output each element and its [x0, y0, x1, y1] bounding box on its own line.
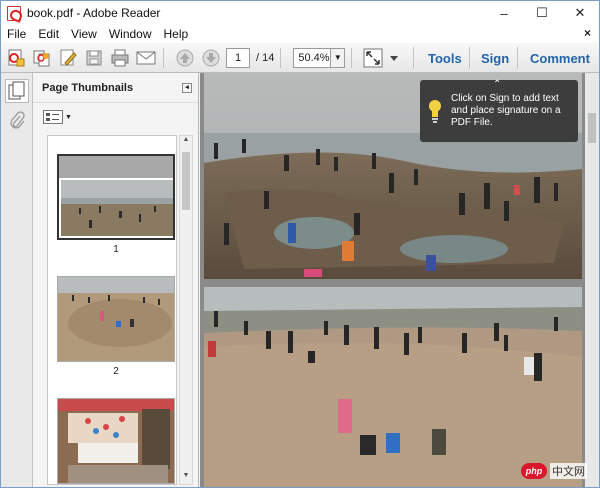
thumbnail-image	[57, 154, 175, 240]
minimize-button[interactable]: –	[485, 1, 523, 25]
watermark-text: 中文网	[550, 463, 587, 479]
toolbar-separator	[413, 47, 414, 69]
combine-files-icon[interactable]	[31, 47, 53, 69]
document-scrollbar[interactable]	[585, 73, 599, 487]
thumbnail-options[interactable]: ▼	[33, 103, 198, 131]
email-icon[interactable]	[135, 47, 157, 69]
page-thumbnail-2[interactable]: 2	[57, 276, 175, 377]
zoom-select[interactable]: 50.4% ▼	[293, 47, 346, 68]
fit-page-icon[interactable]	[362, 47, 384, 69]
attachments-paperclip-icon[interactable]	[5, 109, 29, 133]
menu-edit[interactable]: Edit	[32, 27, 65, 41]
panel-title: Page Thumbnails	[42, 81, 134, 94]
menu-file[interactable]: File	[1, 27, 32, 41]
tooltip-caret-icon: ⌃	[493, 79, 502, 90]
menu-bar: File Edit View Window Help ×	[1, 25, 599, 43]
scrollbar-thumb[interactable]	[588, 113, 596, 143]
watermark-badge: php	[521, 463, 547, 479]
tooltip-text: Click on Sign to add text and place sign…	[451, 93, 561, 128]
scroll-up-arrow-icon[interactable]: ▲	[180, 136, 192, 148]
close-button[interactable]: ✕	[561, 1, 599, 25]
toolbar-separator	[517, 47, 518, 69]
thumbnail-page-number: 1	[113, 244, 119, 255]
page-thumbnails-icon[interactable]	[5, 79, 29, 103]
collapse-panel-icon[interactable]: ◂	[182, 83, 192, 93]
scroll-down-arrow-icon[interactable]: ▼	[180, 472, 192, 484]
previous-page-icon[interactable]	[174, 47, 196, 69]
print-icon[interactable]	[109, 47, 131, 69]
thumbnail-scrollbar[interactable]: ▲ ▼	[179, 135, 193, 485]
chevron-down-icon[interactable]: ▼	[330, 48, 345, 67]
watermark-logo: php 中文网	[521, 463, 587, 479]
page-thumbnail-1[interactable]: 1	[57, 154, 175, 255]
page-number-input[interactable]: 1	[226, 47, 250, 68]
close-document-button[interactable]: ×	[584, 26, 591, 40]
toolbar: 1 / 14 50.4% ▼ Tools Sign Comment	[1, 43, 599, 73]
comment-pane-button[interactable]: Comment	[530, 43, 590, 73]
thumbnail-page-number: 2	[113, 366, 119, 377]
page-total: / 14	[256, 51, 275, 64]
window-title: book.pdf - Adobe Reader	[27, 6, 161, 20]
toolbar-options-icon[interactable]	[388, 47, 400, 69]
page-thumbnail-3[interactable]	[57, 398, 175, 484]
menu-view[interactable]: View	[65, 27, 103, 41]
tools-pane-button[interactable]: Tools	[428, 43, 462, 73]
next-page-icon[interactable]	[200, 47, 222, 69]
thumbnail-image	[57, 276, 175, 362]
edit-pdf-icon[interactable]	[57, 47, 79, 69]
menu-help[interactable]: Help	[158, 27, 195, 41]
document-photo-2	[204, 287, 582, 487]
window-controls: – ☐ ✕	[485, 1, 599, 25]
save-icon[interactable]	[83, 47, 105, 69]
panel-header: Page Thumbnails ◂	[33, 73, 198, 103]
chevron-down-icon[interactable]: ▼	[65, 114, 72, 121]
lightbulb-icon	[428, 98, 442, 124]
toolbar-separator	[280, 47, 282, 68]
sign-tooltip: ⌃ Click on Sign to add text and place si…	[420, 79, 578, 142]
menu-window[interactable]: Window	[103, 27, 158, 41]
thumbnail-list: 1 2	[47, 135, 177, 485]
toolbar-separator	[469, 47, 470, 69]
adobe-reader-window: book.pdf - Adobe Reader – ☐ ✕ File Edit …	[0, 0, 600, 488]
page-thumbnails-panel: Page Thumbnails ◂ ▼ 1 2 ▲ ▼	[33, 73, 199, 487]
title-bar: book.pdf - Adobe Reader – ☐ ✕	[1, 1, 599, 25]
scrollbar-thumb[interactable]	[182, 152, 190, 210]
toolbar-separator	[163, 47, 164, 68]
maximize-button[interactable]: ☐	[523, 1, 561, 25]
sign-pane-button[interactable]: Sign	[481, 43, 509, 73]
pdf-file-icon	[7, 5, 21, 21]
toolbar-separator	[351, 47, 353, 68]
zoom-value: 50.4%	[298, 51, 330, 64]
navigation-rail	[1, 73, 33, 487]
options-menu-icon[interactable]	[43, 110, 63, 124]
create-pdf-icon[interactable]	[5, 47, 27, 69]
thumbnail-image	[57, 398, 175, 484]
